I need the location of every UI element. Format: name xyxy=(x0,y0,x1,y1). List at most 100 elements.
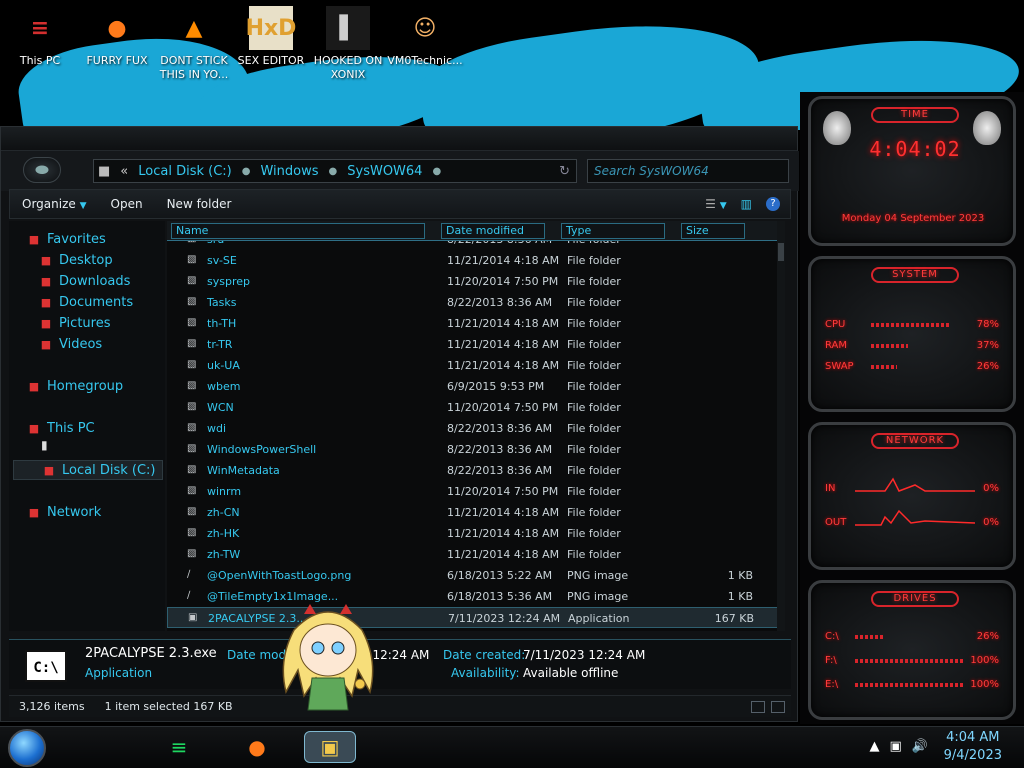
column-header-date-modified[interactable]: Date modified xyxy=(441,223,545,239)
selection-info: 1 item selected 167 KB xyxy=(104,700,233,713)
row-name: th-TH xyxy=(207,317,237,330)
vertical-scrollbar[interactable] xyxy=(777,221,785,631)
usb-drive-icon[interactable]: ▮ xyxy=(41,438,48,452)
folder-icon: ▧ xyxy=(187,241,199,245)
sidebar-item-desktop[interactable]: ■ Desktop xyxy=(39,250,113,270)
breadcrumb-item-local-disk[interactable]: Local Disk (C:) xyxy=(138,164,231,179)
breadcrumb-separator-icon[interactable]: ● xyxy=(329,166,338,177)
search-input[interactable]: Search SysWOW64 xyxy=(587,159,789,183)
network-status-icon[interactable]: ▣ xyxy=(890,739,902,754)
row-date: 8/22/2013 8:36 AM xyxy=(447,296,553,309)
start-button[interactable] xyxy=(8,729,46,767)
row-date: 8/22/2013 8:36 AM xyxy=(447,241,552,246)
row-type: File folder xyxy=(567,254,621,267)
address-bar[interactable]: ■ « Local Disk (C:) ● Windows ● SysWOW64… xyxy=(93,159,577,183)
details-availability-label: Availability: xyxy=(451,666,520,680)
table-row[interactable]: ▧ Tasks 8/22/2013 8:36 AM File folder xyxy=(167,292,779,313)
refresh-icon[interactable]: ↻ xyxy=(559,164,570,179)
table-row[interactable]: ▧ zh-CN 11/21/2014 4:18 AM File folder xyxy=(167,502,779,523)
table-row[interactable]: ▧ zh-HK 11/21/2014 4:18 AM File folder xyxy=(167,523,779,544)
row-date: 6/18/2013 5:36 AM xyxy=(447,590,553,603)
desktop-icon[interactable]: ☺ VM0Technic... xyxy=(387,6,463,68)
window-titlebar[interactable] xyxy=(1,127,797,151)
sidebar-item-favorites[interactable]: ■ Favorites xyxy=(27,229,106,249)
table-row[interactable]: ▧ sv-SE 11/21/2014 4:18 AM File folder xyxy=(167,250,779,271)
sidebar-item-homegroup[interactable]: ■ Homegroup xyxy=(27,376,123,396)
breadcrumb-item-syswow64[interactable]: SysWOW64 xyxy=(347,164,422,179)
firefox-taskbar-icon[interactable]: ● xyxy=(240,731,274,763)
sidebar-item-videos[interactable]: ■ Videos xyxy=(39,334,102,354)
network-gadget[interactable]: NETWORK IN 0% OUT 0% xyxy=(808,422,1016,570)
column-header-name[interactable]: Name xyxy=(171,223,425,239)
help-icon[interactable]: ? xyxy=(766,197,780,211)
metric-label: RAM xyxy=(825,340,848,351)
show-hidden-icons-icon[interactable]: ▲ xyxy=(870,739,880,754)
sidebar-item-network[interactable]: ■ Network xyxy=(27,502,101,522)
table-row[interactable]: ▧ WCN 11/20/2014 7:50 PM File folder xyxy=(167,397,779,418)
table-row[interactable]: ▧ tr-TR 11/21/2014 4:18 AM File folder xyxy=(167,334,779,355)
table-row[interactable]: ▧ wbem 6/9/2015 9:53 PM File folder xyxy=(167,376,779,397)
row-name: Tasks xyxy=(207,296,237,309)
drive-label: F:\ xyxy=(825,655,837,666)
file-explorer-icon[interactable]: ▣ xyxy=(304,731,356,763)
table-row[interactable]: ▧ wdi 8/22/2013 8:36 AM File folder xyxy=(167,418,779,439)
table-row[interactable]: ▧ winrm 11/20/2014 7:50 PM File folder xyxy=(167,481,779,502)
table-row[interactable]: ▧ th-TH 11/21/2014 4:18 AM File folder xyxy=(167,313,779,334)
file-list: Name Date modified Type Size ▧ sru 8/22/20… xyxy=(167,221,785,631)
breadcrumb-separator-icon[interactable]: ● xyxy=(432,166,441,177)
column-header-size[interactable]: Size xyxy=(681,223,745,239)
table-row[interactable]: ▧ WinMetadata 8/22/2013 8:36 AM File folder xyxy=(167,460,779,481)
table-row[interactable]: ∕ @OpenWithToastLogo.png 6/18/2013 5:22 AM… xyxy=(167,565,779,586)
desktop-icon[interactable]: ● FURRY FUX xyxy=(79,6,155,68)
details-pane: C:\ 2PACALYPSE 2.3.exe Application Date … xyxy=(9,639,791,689)
taskbar-clock[interactable]: 4:04 AM 9/4/2023 xyxy=(944,729,1002,765)
view-options-icon[interactable]: ☰ ▼ xyxy=(705,197,727,211)
sidebar-item-pictures[interactable]: ■ Pictures xyxy=(39,313,111,333)
table-row[interactable]: ▧ uk-UA 11/21/2014 4:18 AM File folder xyxy=(167,355,779,376)
organize-button[interactable]: Organize ▼ xyxy=(10,197,99,211)
open-button[interactable]: Open xyxy=(99,197,155,211)
folder-icon: ▧ xyxy=(187,548,197,559)
table-row[interactable]: ▣ 2PACALYPSE 2.3... 7/11/2023 12:24 AM Appl… xyxy=(167,607,779,628)
system-gadget[interactable]: SYSTEM CPU 78% RAM 37% SWAP 26% xyxy=(808,256,1016,412)
desktop-icon[interactable]: ▲ DONT STICK THIS IN YO... xyxy=(156,6,232,82)
sidebar-item-documents[interactable]: ■ Documents xyxy=(39,292,133,312)
table-row[interactable]: ▧ zh-TW 11/21/2014 4:18 AM File folder xyxy=(167,544,779,565)
row-type: PNG image xyxy=(567,569,629,582)
column-header-type[interactable]: Type xyxy=(561,223,665,239)
sidebar-item-local-disk-c[interactable]: ■ Local Disk (C:) xyxy=(13,460,163,480)
back-history-icon[interactable]: « xyxy=(120,164,128,179)
network-in-value: 0% xyxy=(983,483,999,494)
desktop-icon[interactable]: ≡ This PC xyxy=(2,6,78,68)
volume-icon[interactable]: 🔊 xyxy=(912,739,928,754)
large-icons-view-icon[interactable] xyxy=(771,700,785,713)
sidebar-item-label: Favorites xyxy=(47,231,106,247)
breadcrumb-item-windows[interactable]: Windows xyxy=(260,164,318,179)
hex-editor-icon: HxD xyxy=(246,6,296,50)
back-forward-button[interactable]: ⬬ xyxy=(23,157,61,183)
breadcrumb-separator-icon[interactable]: ● xyxy=(242,166,251,177)
row-name: wbem xyxy=(207,380,241,393)
documents-folder-icon: ■ xyxy=(40,295,52,309)
row-type: File folder xyxy=(567,506,621,519)
details-view-icon[interactable] xyxy=(751,700,765,713)
table-row[interactable]: ▧ WindowsPowerShell 8/22/2013 8:36 AM File … xyxy=(167,439,779,460)
folder-icon: ▧ xyxy=(187,485,197,496)
new-folder-button[interactable]: New folder xyxy=(155,197,244,211)
metric-bar xyxy=(871,344,908,348)
sidebar-item-this-pc[interactable]: ■ This PC xyxy=(27,418,95,438)
drives-gadget[interactable]: DRIVES C:\ 26% F:\ 100% E:\ 100% xyxy=(808,580,1016,720)
desktop-icon[interactable]: ▌ HOOKED ON XONIX xyxy=(310,6,386,82)
preview-pane-icon[interactable]: ▥ xyxy=(741,197,752,211)
sidebar-item-downloads[interactable]: ■ Downloads xyxy=(39,271,131,291)
desktop-icon[interactable]: HxD SEX EDITOR xyxy=(233,6,309,68)
file-explorer-window: ⬬ ■ « Local Disk (C:) ● Windows ● SysWOW… xyxy=(0,126,799,722)
time-gadget[interactable]: TIME 4:04:02 Monday 04 September 2023 xyxy=(808,96,1016,246)
sidebar-item-label: Pictures xyxy=(59,315,111,331)
table-row[interactable]: ▧ sysprep 11/20/2014 7:50 PM File folder xyxy=(167,271,779,292)
row-date: 8/22/2013 8:36 AM xyxy=(447,443,553,456)
sidebar-item-label: Local Disk (C:) xyxy=(62,462,156,478)
spotify-icon[interactable]: ≡ xyxy=(162,731,196,763)
table-row[interactable]: ∕ @TileEmpty1x1Image... 6/18/2013 5:36 AM P… xyxy=(167,586,779,607)
table-row[interactable]: ▧ sru 8/22/2013 8:36 AM File folder xyxy=(167,241,779,250)
